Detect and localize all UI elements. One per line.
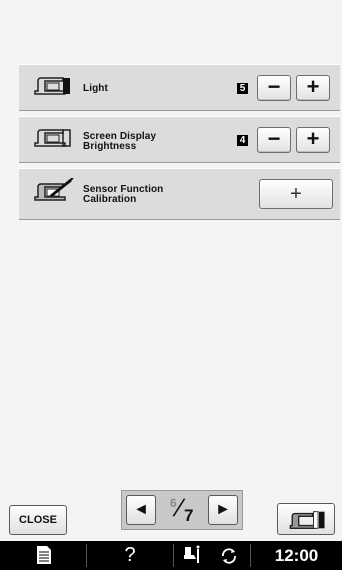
settings-screen: Light 5 − + Screen Display Brightness 4 … bbox=[0, 0, 342, 570]
brightness-setting-row: Screen Display Brightness 4 − + bbox=[19, 116, 340, 163]
brightness-increase-button[interactable]: + bbox=[296, 127, 330, 153]
calibration-start-button[interactable]: + bbox=[259, 179, 333, 209]
page-navigator: ◄ 6 / 7 ► bbox=[121, 490, 243, 530]
clock: 12:00 bbox=[274, 546, 319, 565]
light-setting-row: Light 5 − + bbox=[19, 64, 340, 111]
presser-foot-icon bbox=[184, 545, 200, 563]
light-decrease-button[interactable]: − bbox=[257, 75, 291, 101]
sewing-machine-screen-icon bbox=[34, 129, 71, 147]
taskbar-document-button[interactable] bbox=[0, 541, 86, 570]
document-icon bbox=[37, 546, 51, 564]
taskbar: ? 12:00 bbox=[0, 541, 342, 570]
brightness-value: 4 bbox=[237, 135, 248, 146]
arrow-left-icon: ◄ bbox=[133, 501, 149, 518]
next-page-button[interactable]: ► bbox=[208, 495, 238, 525]
sewing-machine-light-icon bbox=[34, 77, 70, 95]
page-indicator: 6 / 7 bbox=[162, 494, 202, 526]
light-value: 5 bbox=[237, 83, 248, 94]
help-button[interactable]: ? bbox=[87, 541, 173, 570]
rotate-icon bbox=[222, 548, 236, 564]
sewing-machine-settings-icon bbox=[289, 511, 325, 529]
close-button[interactable]: CLOSE bbox=[9, 505, 67, 535]
light-label: Light bbox=[83, 83, 108, 94]
arrow-right-icon: ► bbox=[215, 501, 231, 518]
sewing-machine-pen-icon bbox=[34, 178, 74, 201]
presser-foot-indicator bbox=[174, 541, 250, 570]
calibration-label: Sensor Function Calibration bbox=[83, 184, 164, 205]
prev-page-button[interactable]: ◄ bbox=[126, 495, 156, 525]
brightness-label: Screen Display Brightness bbox=[83, 131, 157, 152]
machine-settings-button[interactable] bbox=[277, 503, 335, 535]
light-increase-button[interactable]: + bbox=[296, 75, 330, 101]
page-total: 7 bbox=[184, 506, 194, 525]
calibration-setting-row: Sensor Function Calibration + bbox=[19, 168, 340, 220]
brightness-decrease-button[interactable]: − bbox=[257, 127, 291, 153]
help-icon: ? bbox=[124, 544, 136, 566]
